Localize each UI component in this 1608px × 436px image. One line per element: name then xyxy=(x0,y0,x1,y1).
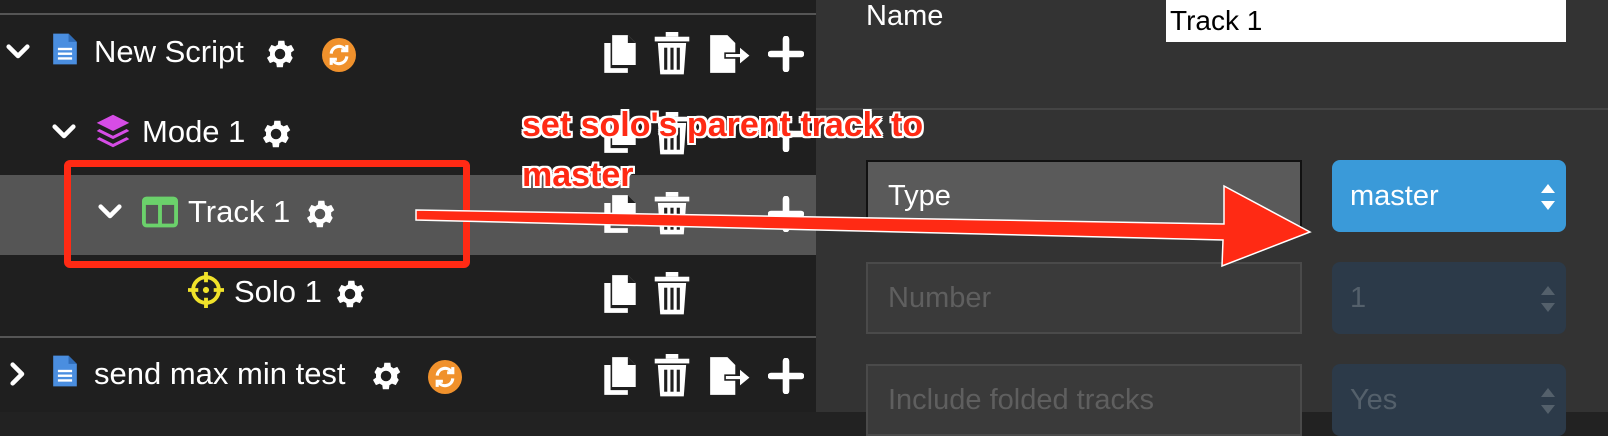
copy-icon[interactable] xyxy=(600,272,640,316)
tree-row-new-script[interactable]: New Script xyxy=(0,14,816,94)
select-arrows-icon xyxy=(1538,282,1558,316)
layers-icon xyxy=(94,112,132,150)
document-icon xyxy=(52,32,78,66)
document-icon xyxy=(52,354,78,388)
chevron-right-icon[interactable] xyxy=(2,358,34,390)
script-name[interactable]: send max min test xyxy=(94,356,346,392)
script-name[interactable]: New Script xyxy=(94,34,244,70)
solo-name[interactable]: Solo 1 xyxy=(234,274,322,310)
number-select[interactable]: 1 xyxy=(1332,262,1566,334)
copy-icon[interactable] xyxy=(600,354,640,398)
tree-row-send-max-min-test[interactable]: send max min test xyxy=(0,336,816,416)
annotation-line-1: set solo's parent track to xyxy=(522,106,924,144)
select-arrows-icon xyxy=(1538,384,1558,418)
mode-name[interactable]: Mode 1 xyxy=(142,114,245,150)
plus-icon[interactable] xyxy=(768,358,804,394)
number-select-value: 1 xyxy=(1350,282,1367,314)
chevron-down-icon[interactable] xyxy=(48,116,80,148)
gear-icon[interactable] xyxy=(258,116,294,152)
copy-icon[interactable] xyxy=(600,32,640,76)
plus-icon[interactable] xyxy=(768,36,804,72)
plus-icon[interactable] xyxy=(768,196,804,232)
crosshair-icon xyxy=(188,272,224,308)
include-folded-tracks-select-value: Yes xyxy=(1350,384,1398,416)
trash-icon[interactable] xyxy=(652,354,692,398)
type-select-value: master xyxy=(1350,180,1439,212)
export-icon[interactable] xyxy=(706,32,752,76)
gear-icon[interactable] xyxy=(332,276,368,312)
annotation-highlight-box xyxy=(64,160,470,268)
field-label-include-folded-tracks: Include folded tracks xyxy=(866,364,1302,436)
name-label: Name xyxy=(866,0,944,32)
type-select[interactable]: master xyxy=(1332,160,1566,232)
annotation-line-2: master xyxy=(522,156,634,194)
chevron-down-icon[interactable] xyxy=(2,36,34,68)
trash-icon[interactable] xyxy=(652,32,692,76)
select-arrows-icon xyxy=(1538,180,1558,214)
sync-icon[interactable] xyxy=(322,38,356,72)
sync-icon[interactable] xyxy=(428,360,462,394)
field-label-number: Number xyxy=(866,262,1302,334)
export-icon[interactable] xyxy=(706,354,752,398)
gear-icon[interactable] xyxy=(368,358,404,394)
annotation-text: set solo's parent track to master xyxy=(522,100,1002,200)
gear-icon[interactable] xyxy=(262,36,298,72)
include-folded-tracks-select[interactable]: Yes xyxy=(1332,364,1566,436)
trash-icon[interactable] xyxy=(652,272,692,316)
name-input[interactable] xyxy=(1166,0,1566,42)
